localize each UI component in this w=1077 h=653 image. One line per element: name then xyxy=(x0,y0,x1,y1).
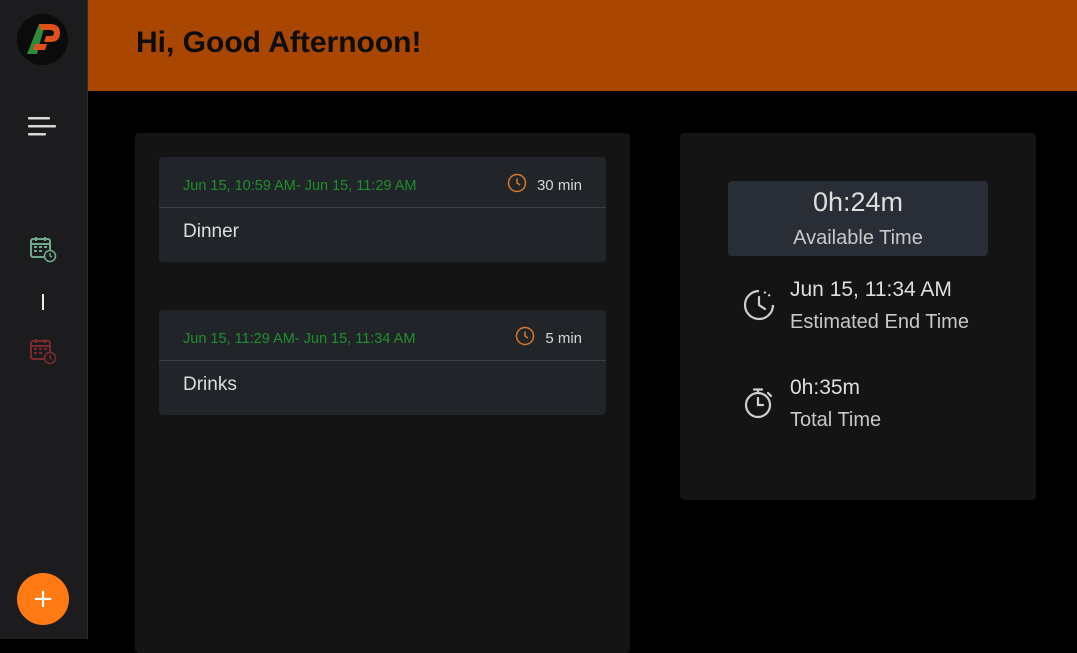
task-card[interactable]: Jun 15, 11:29 AM- Jun 15, 11:34 AM 5 min… xyxy=(159,310,606,415)
task-time-range: Jun 15, 10:59 AM- Jun 15, 11:29 AM xyxy=(183,178,417,194)
task-duration-label: 5 min xyxy=(545,330,582,347)
estimated-end-value: Jun 15, 11:34 AM xyxy=(790,278,952,301)
calendar-clock-icon[interactable] xyxy=(29,337,57,365)
add-task-button[interactable]: + xyxy=(17,573,69,625)
app-logo[interactable] xyxy=(17,14,68,65)
hamburger-menu-icon[interactable] xyxy=(28,115,58,139)
task-time-range: Jun 15, 11:29 AM- Jun 15, 11:34 AM xyxy=(183,331,416,347)
available-time-value: 0h:24m xyxy=(812,187,904,217)
clock-history-icon xyxy=(743,289,775,321)
available-time-box: 0h:24m Available Time xyxy=(728,181,988,256)
task-card-header: Jun 15, 11:29 AM- Jun 15, 11:34 AM 5 min xyxy=(159,310,606,361)
summary-panel: 0h:24m Available Time Jun 15, 11:34 AM E… xyxy=(680,133,1036,500)
calendar-clock-icon[interactable] xyxy=(29,235,57,263)
nav-divider xyxy=(42,294,44,310)
greeting-title: Hi, Good Afternoon! xyxy=(136,26,422,59)
available-time-label: Available Time xyxy=(793,227,923,249)
total-time-value: 0h:35m xyxy=(790,376,861,399)
task-card-header: Jun 15, 10:59 AM- Jun 15, 11:29 AM 30 mi… xyxy=(159,157,606,208)
task-list-panel: Jun 15, 10:59 AM- Jun 15, 11:29 AM 30 mi… xyxy=(135,133,630,653)
header-bar: Hi, Good Afternoon! xyxy=(88,0,1077,91)
task-duration: 30 min xyxy=(507,173,582,194)
stopwatch-icon xyxy=(744,388,773,419)
task-name: Dinner xyxy=(183,221,239,242)
estimated-end-stat: Jun 15, 11:34 AM Estimated End Time xyxy=(742,276,1022,336)
estimated-end-label: Estimated End Time xyxy=(790,311,969,333)
sidebar: + xyxy=(0,0,88,639)
total-time-stat: 0h:35m Total Time xyxy=(742,374,1022,434)
clock-icon xyxy=(516,326,535,345)
task-duration: 5 min xyxy=(515,326,582,347)
task-card[interactable]: Jun 15, 10:59 AM- Jun 15, 11:29 AM 30 mi… xyxy=(159,157,606,262)
task-duration-label: 30 min xyxy=(536,177,582,194)
clock-icon xyxy=(507,173,527,192)
task-name: Drinks xyxy=(183,374,237,395)
total-time-label: Total Time xyxy=(790,409,882,431)
